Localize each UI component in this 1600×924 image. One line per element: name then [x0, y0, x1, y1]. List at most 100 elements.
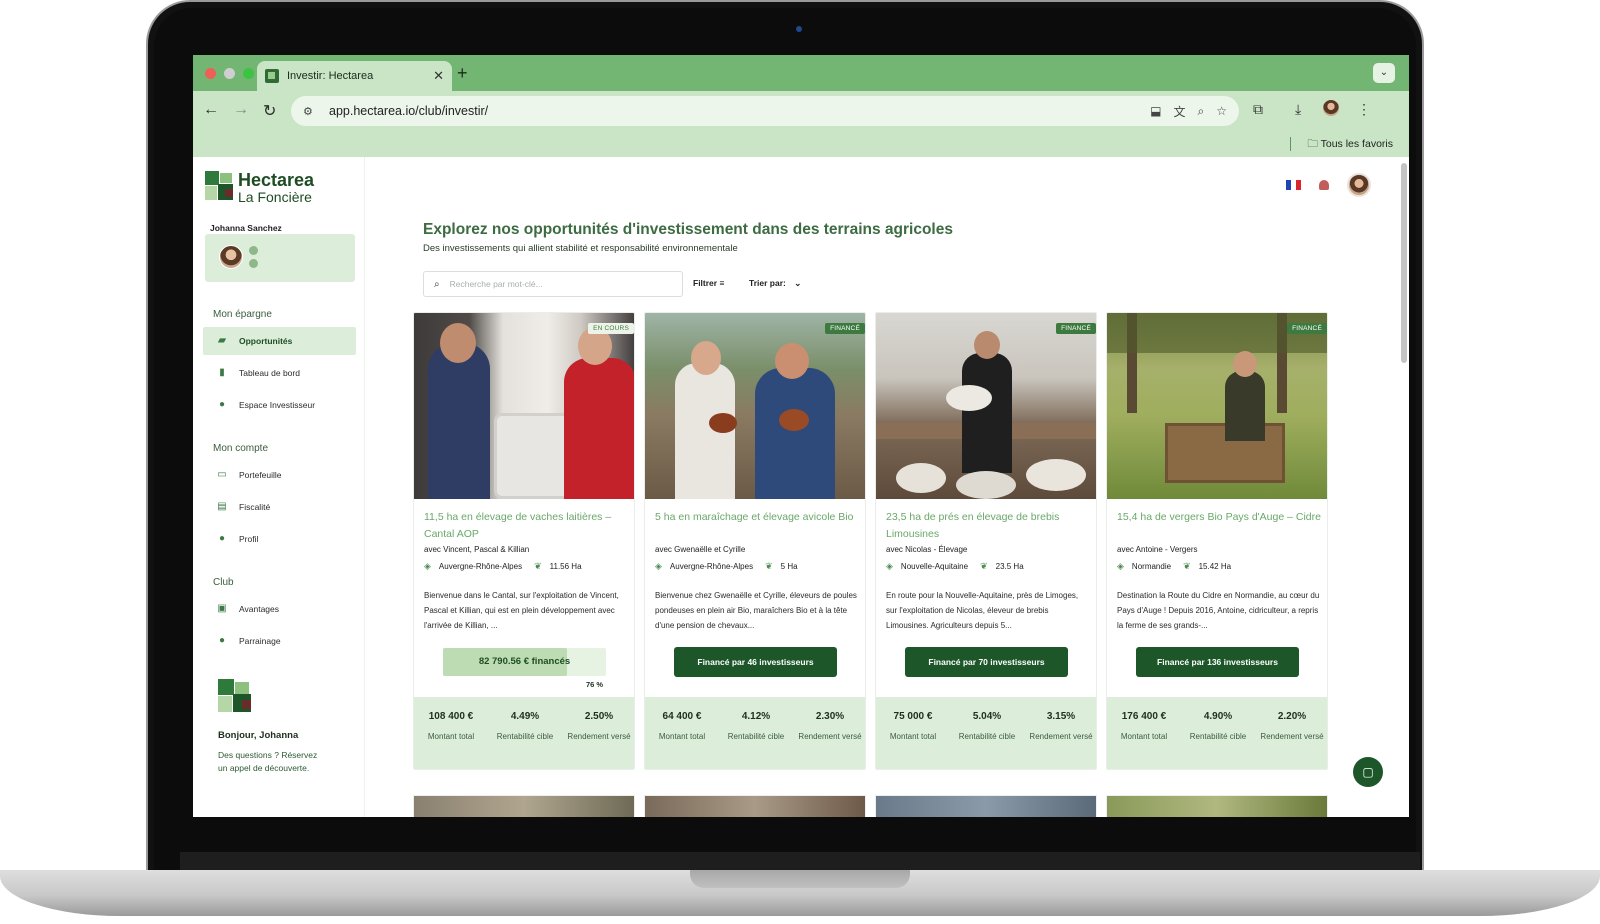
stat-value: 2.20%	[1277, 711, 1307, 722]
sidebar-item-fiscalite[interactable]: ▤ Fiscalité	[203, 493, 356, 521]
sidebar-item-avantages[interactable]: ▣ Avantages	[203, 595, 356, 623]
stat-label: Rentabilité cible	[727, 732, 785, 741]
extensions-puzzle-icon[interactable]: ⧉	[1253, 101, 1263, 118]
sidebar-item-label: Portefeuille	[239, 470, 282, 480]
stat-value: 4.49%	[510, 711, 540, 722]
brand-logo[interactable]: Hectarea La Foncière	[205, 170, 325, 205]
section-account: Mon compte	[213, 443, 269, 454]
top-bar-icons	[1286, 173, 1371, 197]
sidebar-item-label: Espace Investisseur	[239, 400, 316, 410]
page-scrollbar[interactable]	[1401, 163, 1407, 363]
filter-label: Filtrer	[693, 278, 718, 288]
opportunity-card[interactable]: FINANCÉ 15,4 ha de vergers Bio Pays d'Au…	[1106, 312, 1328, 770]
sidebar-item-espace-investisseur[interactable]: ● Espace Investisseur	[203, 391, 356, 419]
filter-icon: ≡	[719, 278, 725, 288]
bookmarks-folder-label: Tous les favoris	[1320, 138, 1393, 150]
greeting: Bonjour, Johanna	[218, 730, 299, 741]
address-bar[interactable]: ⚙ app.hectarea.io/club/investir/ ⬓ 文 ⌕ ☆	[291, 96, 1239, 126]
search-input[interactable]: ⌕ Recherche par mot-clé...	[423, 271, 683, 297]
gift-icon: ▣	[217, 603, 227, 614]
back-arrow-icon[interactable]: ←	[203, 101, 219, 119]
maximize-window-button[interactable]	[243, 68, 254, 79]
stat-value: 2.50%	[584, 711, 614, 722]
card-region: Auvergne-Rhône-Alpes	[438, 562, 523, 571]
page-title: Explorez nos opportunités d'investisseme…	[423, 221, 953, 238]
brand-subtitle: La Foncière	[238, 189, 312, 205]
minimize-window-button[interactable]	[224, 68, 235, 79]
sidebar-item-opportunites[interactable]: ▰ Opportunités	[203, 327, 356, 355]
card-stats: 176 400 € Montant total 4.90% Rentabilité …	[1107, 697, 1327, 769]
translate-icon[interactable]: 文	[1173, 103, 1185, 120]
zoom-icon[interactable]: ⌕	[1198, 104, 1205, 119]
filter-button[interactable]: Filtrer ≡	[693, 278, 724, 288]
sidebar-item-portefeuille[interactable]: ▭ Portefeuille	[203, 461, 356, 489]
opportunity-card[interactable]: FINANCÉ 23,5 ha de prés en élevage de br…	[875, 312, 1097, 770]
close-window-button[interactable]	[205, 68, 216, 79]
sort-dropdown[interactable]: Trier par: ⌄	[749, 278, 801, 289]
browser-tab[interactable]: Investir: Hectarea ✕	[257, 61, 452, 91]
stat-label: Rentabilité cible	[1189, 732, 1247, 741]
card-title[interactable]: 11,5 ha en élevage de vaches laitières –…	[424, 509, 630, 543]
close-tab-icon[interactable]: ✕	[433, 68, 444, 84]
chevron-down-icon: ⌄	[794, 278, 802, 288]
sidebar-item-label: Profil	[239, 534, 259, 544]
chat-support-icon[interactable]: ▢	[1353, 757, 1383, 787]
card-area: 15.42 Ha	[1198, 562, 1232, 571]
funded-by-button[interactable]: Financé par 46 investisseurs	[674, 647, 837, 677]
stat-value: 64 400 €	[662, 711, 702, 722]
kebab-menu-icon[interactable]: ⋮	[1357, 101, 1371, 118]
opportunity-card[interactable]: EN COURS 11,5 ha en élevage de vaches la…	[413, 312, 635, 770]
sidebar-item-label: Parrainage	[239, 636, 281, 646]
search-icon: ⌕	[434, 278, 440, 290]
map-pin-icon: ◈	[1117, 561, 1124, 571]
user-card[interactable]	[205, 234, 355, 282]
laptop-hinge	[180, 852, 1420, 870]
card-area: 11.56 Ha	[549, 562, 582, 571]
sidebar-item-profil[interactable]: ● Profil	[203, 525, 356, 553]
install-app-icon[interactable]: ⬓	[1150, 104, 1161, 118]
bell-icon[interactable]	[1319, 180, 1329, 190]
wallet-icon: ▭	[217, 469, 227, 480]
french-flag-icon[interactable]	[1286, 180, 1301, 190]
brand-name: Hectarea	[238, 170, 315, 190]
hectarea-logo-icon	[205, 171, 235, 201]
sidebar-item-tableau-de-bord[interactable]: ▮ Tableau de bord	[203, 359, 356, 387]
card-area: 5 Ha	[780, 562, 798, 571]
card-title[interactable]: 23,5 ha de prés en élevage de brebis Lim…	[886, 509, 1092, 543]
sidebar-item-parrainage[interactable]: ● Parrainage	[203, 627, 356, 655]
referral-icon: ●	[218, 635, 226, 646]
profile-avatar-icon[interactable]	[1323, 100, 1339, 116]
help-call-link[interactable]: Des questions ? Réservez un appel de déc…	[218, 749, 328, 775]
card-farmers: avec Antoine - Vergers	[1117, 545, 1198, 554]
forward-arrow-icon[interactable]: →	[233, 101, 249, 119]
site-settings-icon[interactable]: ⚙	[303, 105, 321, 118]
stat-value: 2.30%	[815, 711, 845, 722]
reload-icon[interactable]: ↻	[263, 101, 276, 121]
card-meta: ◈ Nouvelle-Aquitaine ❦ 23.5 Ha	[886, 561, 1024, 572]
bookmark-star-icon[interactable]: ☆	[1216, 104, 1227, 118]
avatar[interactable]	[1347, 173, 1371, 197]
card-title[interactable]: 15,4 ha de vergers Bio Pays d'Auge – Cid…	[1117, 509, 1323, 526]
funding-progress-bar: 82 790.56 € financés	[443, 648, 606, 676]
sidebar: Hectarea La Foncière Johanna Sanchez Mon…	[193, 157, 365, 817]
all-bookmarks-folder[interactable]: 🗀 Tous les favoris	[1307, 136, 1393, 154]
card-farmers: avec Vincent, Pascal & Killian	[424, 545, 530, 554]
farm-photo-sheep: FINANCÉ	[876, 313, 1096, 499]
stat-label: Montant total	[658, 732, 706, 741]
funded-by-button[interactable]: Financé par 136 investisseurs	[1136, 647, 1299, 677]
card-description: En route pour la Nouvelle-Aquitaine, prè…	[886, 591, 1079, 630]
tab-search-chevron-icon[interactable]: ⌄	[1373, 63, 1395, 83]
card-meta: ◈ Auvergne-Rhône-Alpes ❦ 5 Ha	[655, 561, 798, 572]
leaf-icon: ❦	[980, 561, 988, 571]
card-description: Bienvenue chez Gwenaëlle et Cyrille, éle…	[655, 591, 857, 630]
opportunity-card[interactable]: FINANCÉ 5 ha en maraîchage et élevage av…	[644, 312, 866, 770]
screen: Investir: Hectarea ✕ + ⌄ ← → ↻ ⚙ app.hec…	[193, 55, 1409, 817]
card-title[interactable]: 5 ha en maraîchage et élevage avicole Bi…	[655, 509, 861, 526]
leaf-icon: ❦	[534, 561, 542, 571]
map-pin-icon: ◈	[655, 561, 662, 571]
new-tab-plus-icon[interactable]: +	[457, 63, 468, 84]
funded-by-button[interactable]: Financé par 70 investisseurs	[905, 647, 1068, 677]
sidebar-item-label: Avantages	[239, 604, 280, 614]
stat-value: 5.04%	[972, 711, 1002, 722]
download-icon[interactable]: ⤓	[1295, 101, 1301, 118]
